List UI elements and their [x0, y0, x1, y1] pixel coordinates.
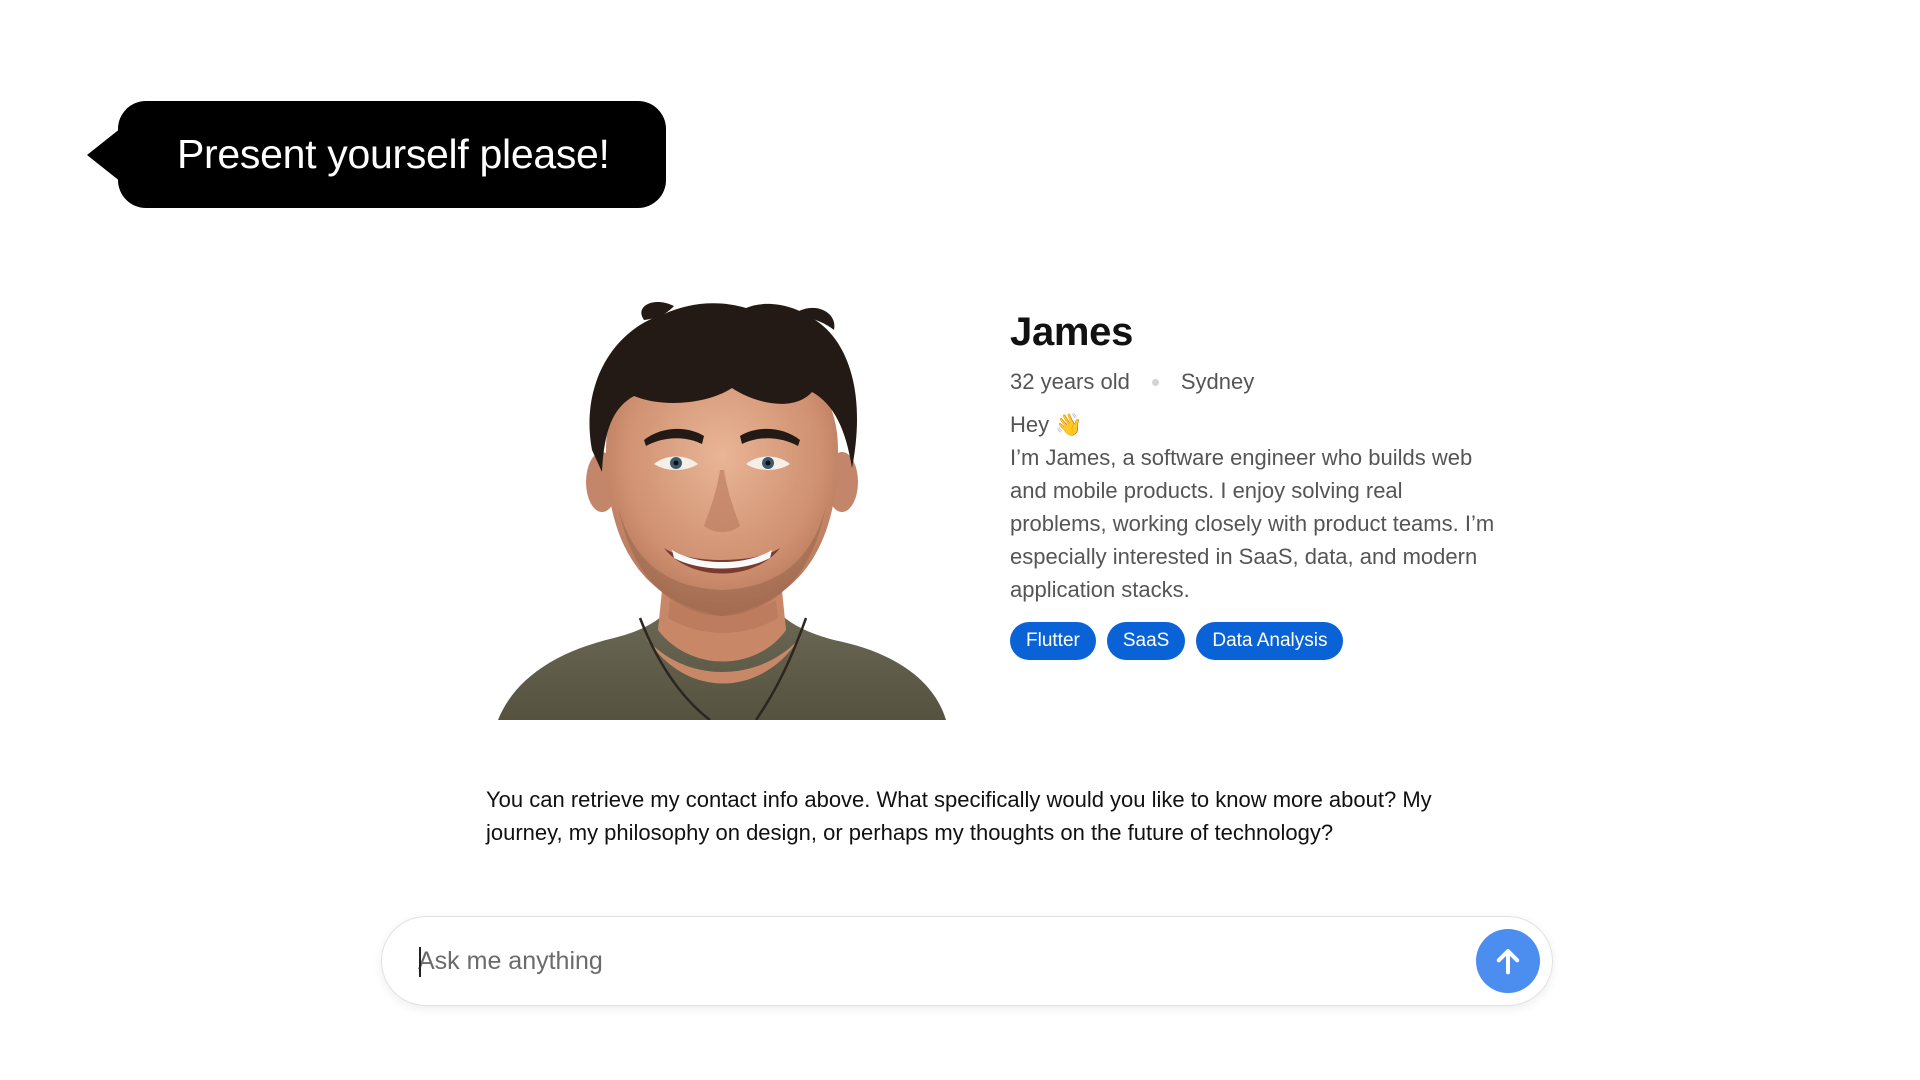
prompt-speech-bubble: Present yourself please! — [118, 101, 666, 208]
profile-location: Sydney — [1180, 369, 1255, 394]
skill-tags: Flutter SaaS Data Analysis — [1010, 622, 1500, 660]
tag-flutter[interactable]: Flutter — [1010, 622, 1096, 660]
assistant-message: You can retrieve my contact info above. … — [486, 787, 1432, 845]
tag-saas[interactable]: SaaS — [1106, 622, 1186, 660]
speech-bubble-tail — [87, 128, 121, 182]
profile-greeting: Hey 👋 — [1010, 412, 1083, 437]
profile-bio: I’m James, a software engineer who build… — [1010, 445, 1495, 602]
tag-data-analysis[interactable]: Data Analysis — [1196, 622, 1344, 660]
chat-input-box — [381, 916, 1553, 1006]
prompt-text: Present yourself please! — [177, 131, 610, 177]
profile-card: James 32 years old Sydney Hey 👋 I’m Jame… — [1010, 308, 1500, 660]
arrow-up-icon — [1496, 949, 1520, 975]
profile-age: 32 years old — [1010, 369, 1130, 394]
profile-meta: 32 years old Sydney — [1010, 367, 1500, 397]
chat-input[interactable] — [418, 937, 1418, 985]
text-caret — [419, 947, 421, 977]
profile-name: James — [1010, 310, 1134, 354]
profile-photo — [494, 300, 950, 721]
separator-dot — [1151, 378, 1159, 386]
send-button[interactable] — [1476, 929, 1540, 993]
